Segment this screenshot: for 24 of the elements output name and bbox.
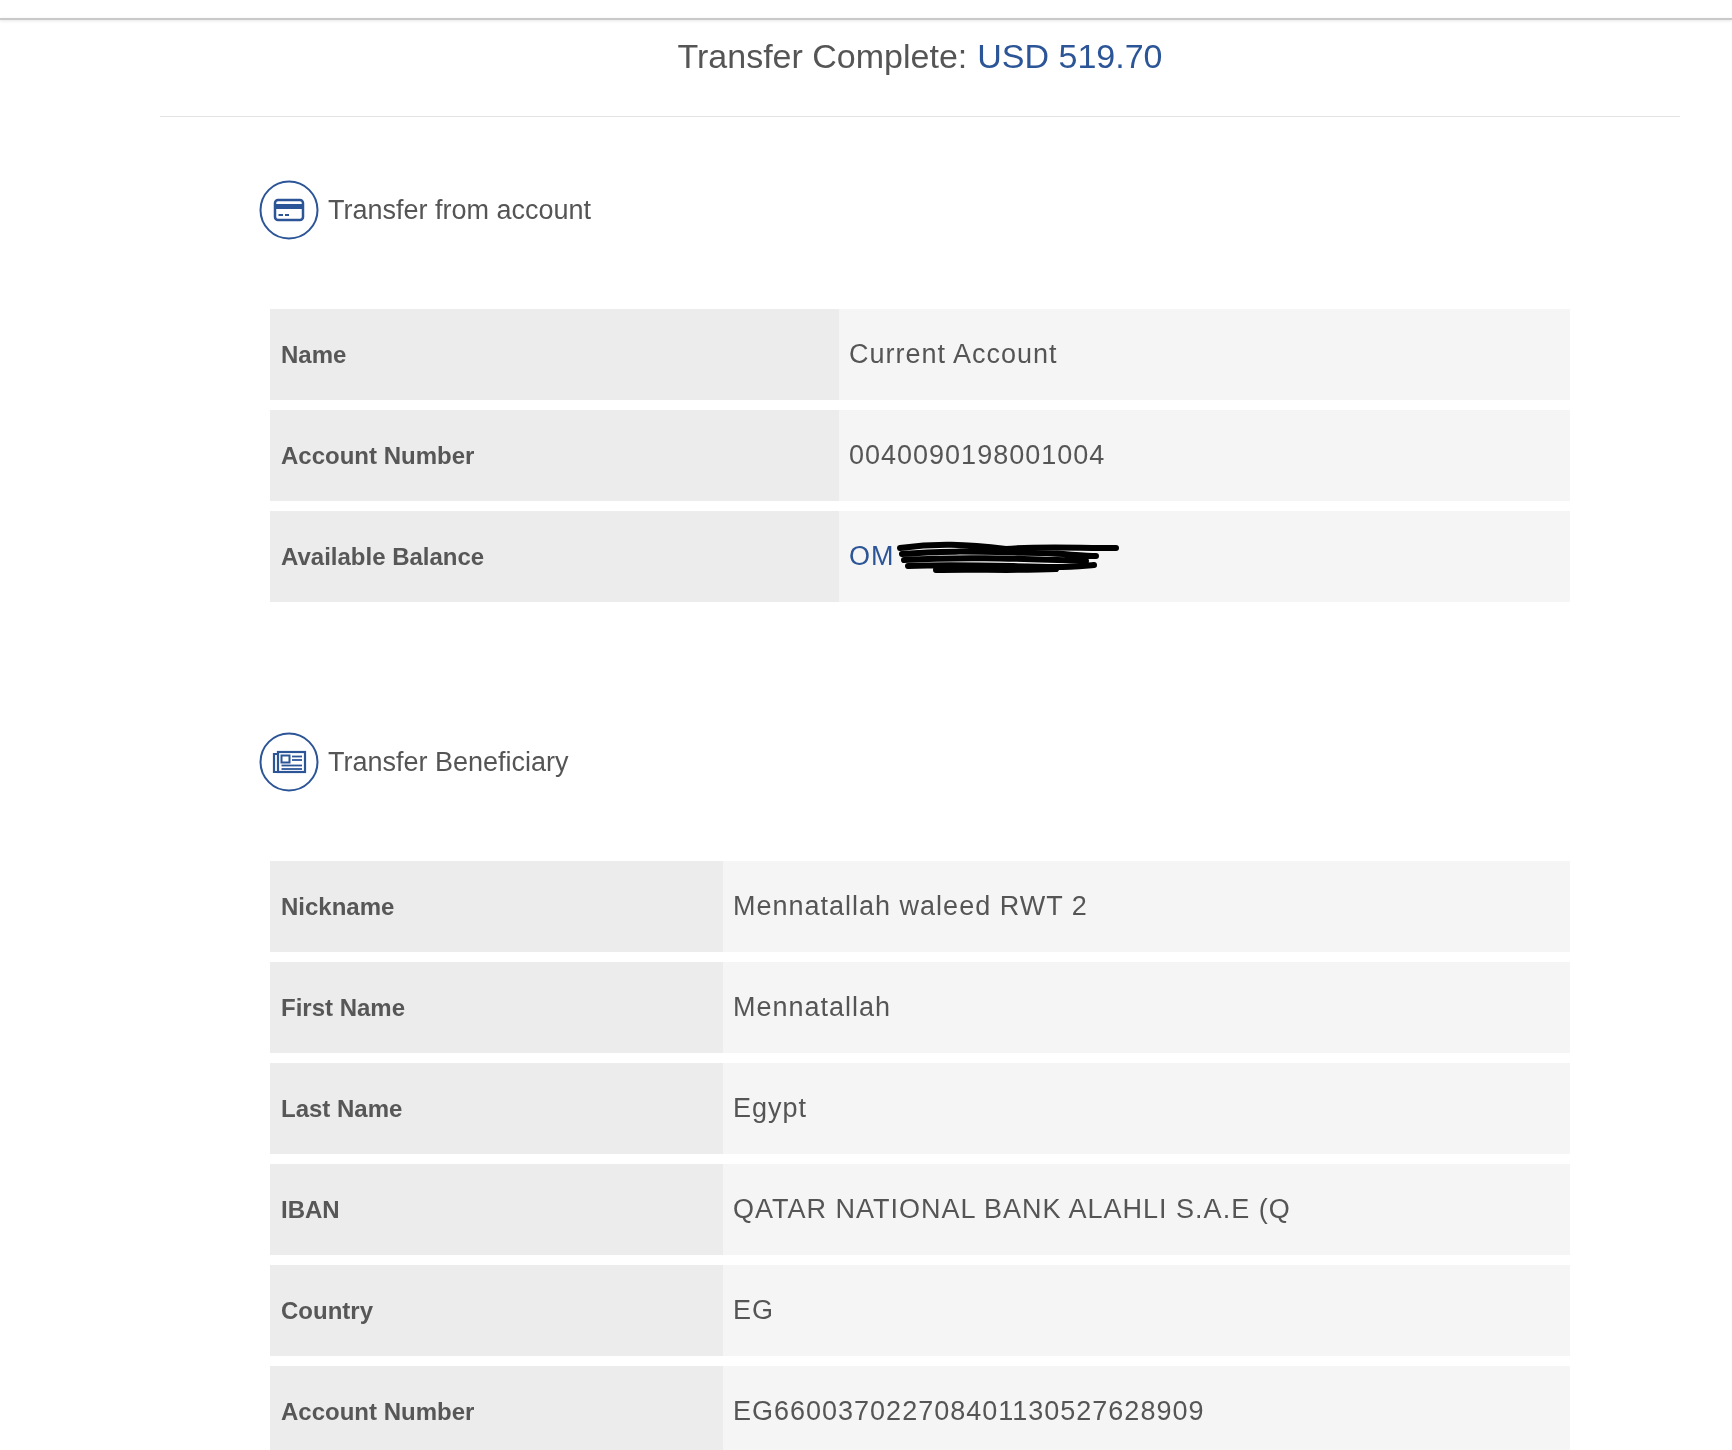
label-cell: Nickname bbox=[270, 861, 723, 952]
transfer-amount: USD 519.70 bbox=[977, 37, 1163, 75]
label-cell: Country bbox=[270, 1265, 723, 1356]
label-cell: First Name bbox=[270, 962, 723, 1053]
page-title: Transfer Complete: bbox=[677, 37, 968, 75]
section-title: Transfer from account bbox=[328, 194, 592, 227]
value-cell: Mennatallah waleed RWT 2 bbox=[723, 861, 1570, 952]
label-cell: Account Number bbox=[270, 1366, 723, 1450]
section-title: Transfer Beneficiary bbox=[328, 746, 569, 779]
label-cell: Last Name bbox=[270, 1063, 723, 1154]
value-cell: 0040090198001004 bbox=[839, 410, 1570, 501]
value-cell: EG660037022708401130527628909 bbox=[723, 1366, 1570, 1450]
value-cell: Egypt bbox=[723, 1063, 1570, 1154]
newspaper-icon bbox=[259, 732, 319, 792]
label-cell: Account Number bbox=[270, 410, 839, 501]
value-cell: EG bbox=[723, 1265, 1570, 1356]
label-cell: Available Balance bbox=[270, 511, 839, 602]
label-cell: IBAN bbox=[270, 1164, 723, 1255]
label-cell: Name bbox=[270, 309, 839, 400]
credit-card-icon bbox=[259, 180, 319, 240]
value-cell: QATAR NATIONAL BANK ALAHLI S.A.E (Q bbox=[723, 1164, 1570, 1255]
value-cell: Mennatallah bbox=[723, 962, 1570, 1053]
value-cell: Current Account bbox=[839, 309, 1570, 400]
balance-amount: OM bbox=[849, 540, 895, 574]
